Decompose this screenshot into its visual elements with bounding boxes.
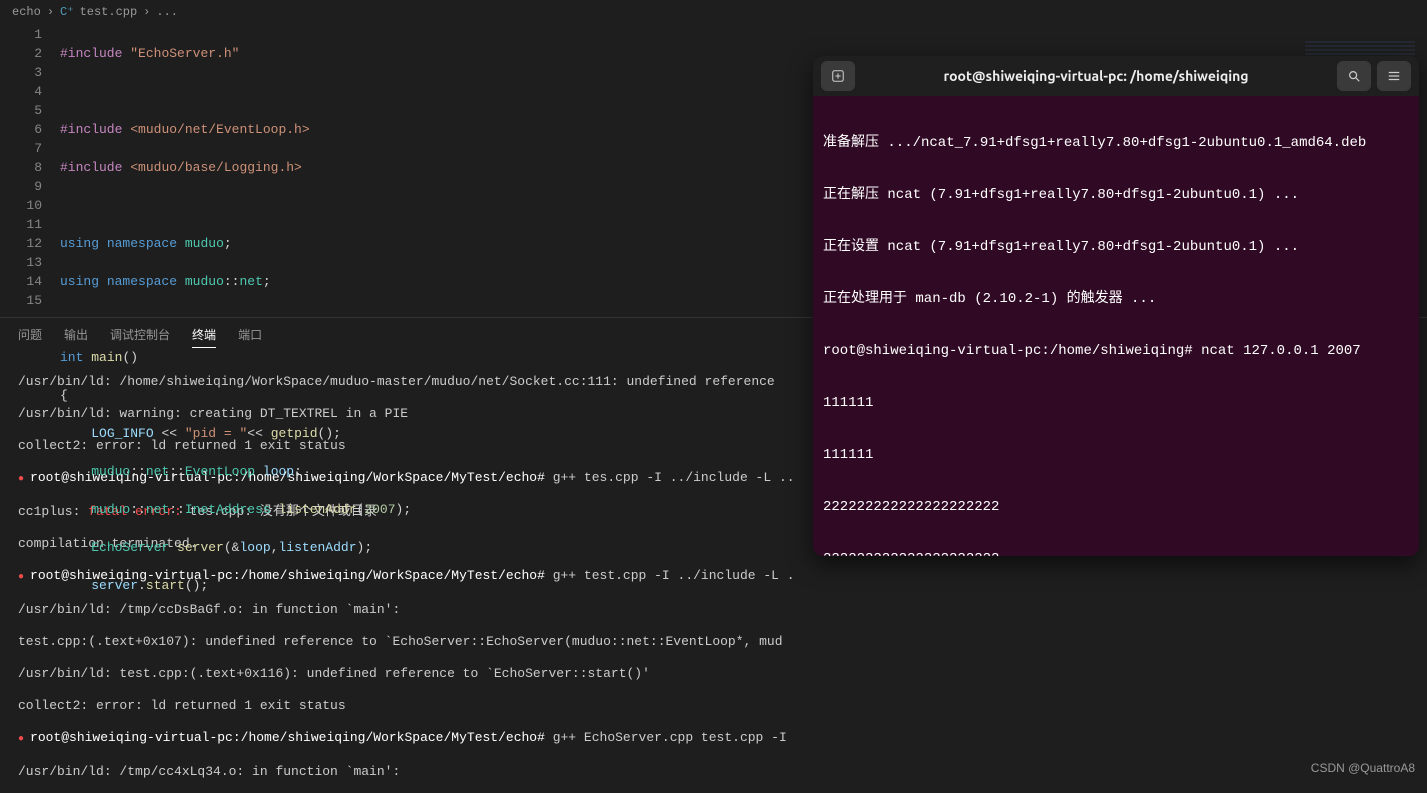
breadcrumb-folder[interactable]: echo	[12, 5, 41, 19]
menu-button[interactable]	[1377, 61, 1411, 91]
terminal-body[interactable]: 准备解压 .../ncat_7.91+dfsg1+really7.80+dfsg…	[813, 96, 1419, 556]
external-terminal-window[interactable]: root@shiweiqing-virtual-pc: /home/shiwei…	[813, 56, 1419, 556]
line-number-gutter: 123 456 789 101112 131415	[0, 23, 60, 317]
tab-problems[interactable]: 问题	[18, 326, 42, 348]
search-icon	[1347, 69, 1361, 83]
terminal-title: root@shiweiqing-virtual-pc: /home/shiwei…	[863, 68, 1329, 84]
new-tab-button[interactable]	[821, 61, 855, 91]
hamburger-icon	[1387, 69, 1401, 83]
watermark: CSDN @QuattroA8	[1311, 761, 1415, 775]
terminal-titlebar[interactable]: root@shiweiqing-virtual-pc: /home/shiwei…	[813, 56, 1419, 96]
chevron-right-icon: ›	[143, 5, 150, 19]
breadcrumb-file[interactable]: test.cpp	[80, 5, 138, 19]
cpp-file-icon: C⁺	[60, 4, 74, 19]
chevron-right-icon: ›	[47, 5, 54, 19]
plus-tab-icon	[831, 69, 845, 83]
breadcrumb-more[interactable]: ...	[156, 5, 178, 19]
breadcrumb: echo › C⁺ test.cpp › ...	[0, 0, 1427, 23]
search-button[interactable]	[1337, 61, 1371, 91]
